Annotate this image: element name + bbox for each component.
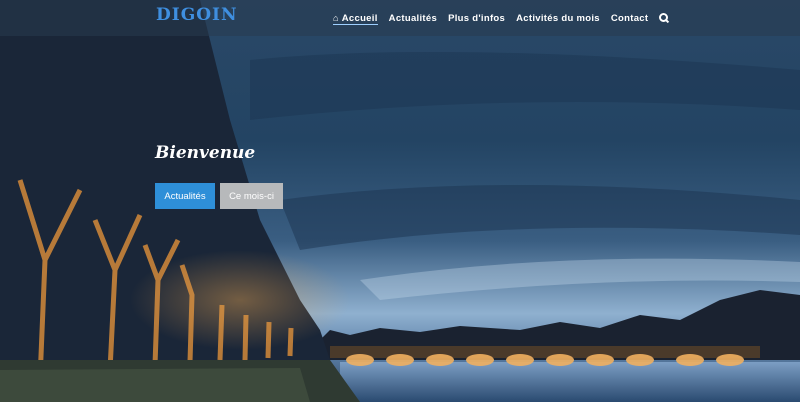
nav-item-label: Actualités bbox=[388, 12, 438, 24]
search-icon bbox=[659, 13, 670, 24]
main-nav: ⌂ Accueil Actualités Plus d'infos Activi… bbox=[333, 0, 680, 36]
home-icon: ⌂ bbox=[333, 13, 339, 23]
nav-item-label: Plus d'infos bbox=[448, 12, 506, 24]
nav-item-actualites[interactable]: Actualités bbox=[389, 0, 437, 36]
top-navbar: DIGOIN ⌂ Accueil Actualités Plus d'infos… bbox=[0, 0, 800, 36]
nav-item-activites[interactable]: Activités du mois bbox=[516, 0, 600, 36]
actualites-button[interactable]: Actualités bbox=[155, 183, 215, 209]
ce-mois-ci-button[interactable]: Ce mois-ci bbox=[220, 183, 283, 209]
brand-logo[interactable]: DIGOIN bbox=[156, 5, 238, 25]
hero-background-photo bbox=[0, 0, 800, 402]
nav-item-label: Accueil bbox=[341, 12, 378, 24]
nav-item-contact[interactable]: Contact bbox=[611, 0, 648, 36]
nav-item-label: Contact bbox=[610, 12, 649, 24]
nav-item-label: Activités du mois bbox=[516, 12, 600, 24]
search-button[interactable] bbox=[659, 0, 670, 36]
hero-title: Bienvenue bbox=[155, 143, 256, 163]
nav-item-plus-infos[interactable]: Plus d'infos bbox=[448, 0, 505, 36]
nav-item-accueil[interactable]: ⌂ Accueil bbox=[333, 0, 378, 36]
